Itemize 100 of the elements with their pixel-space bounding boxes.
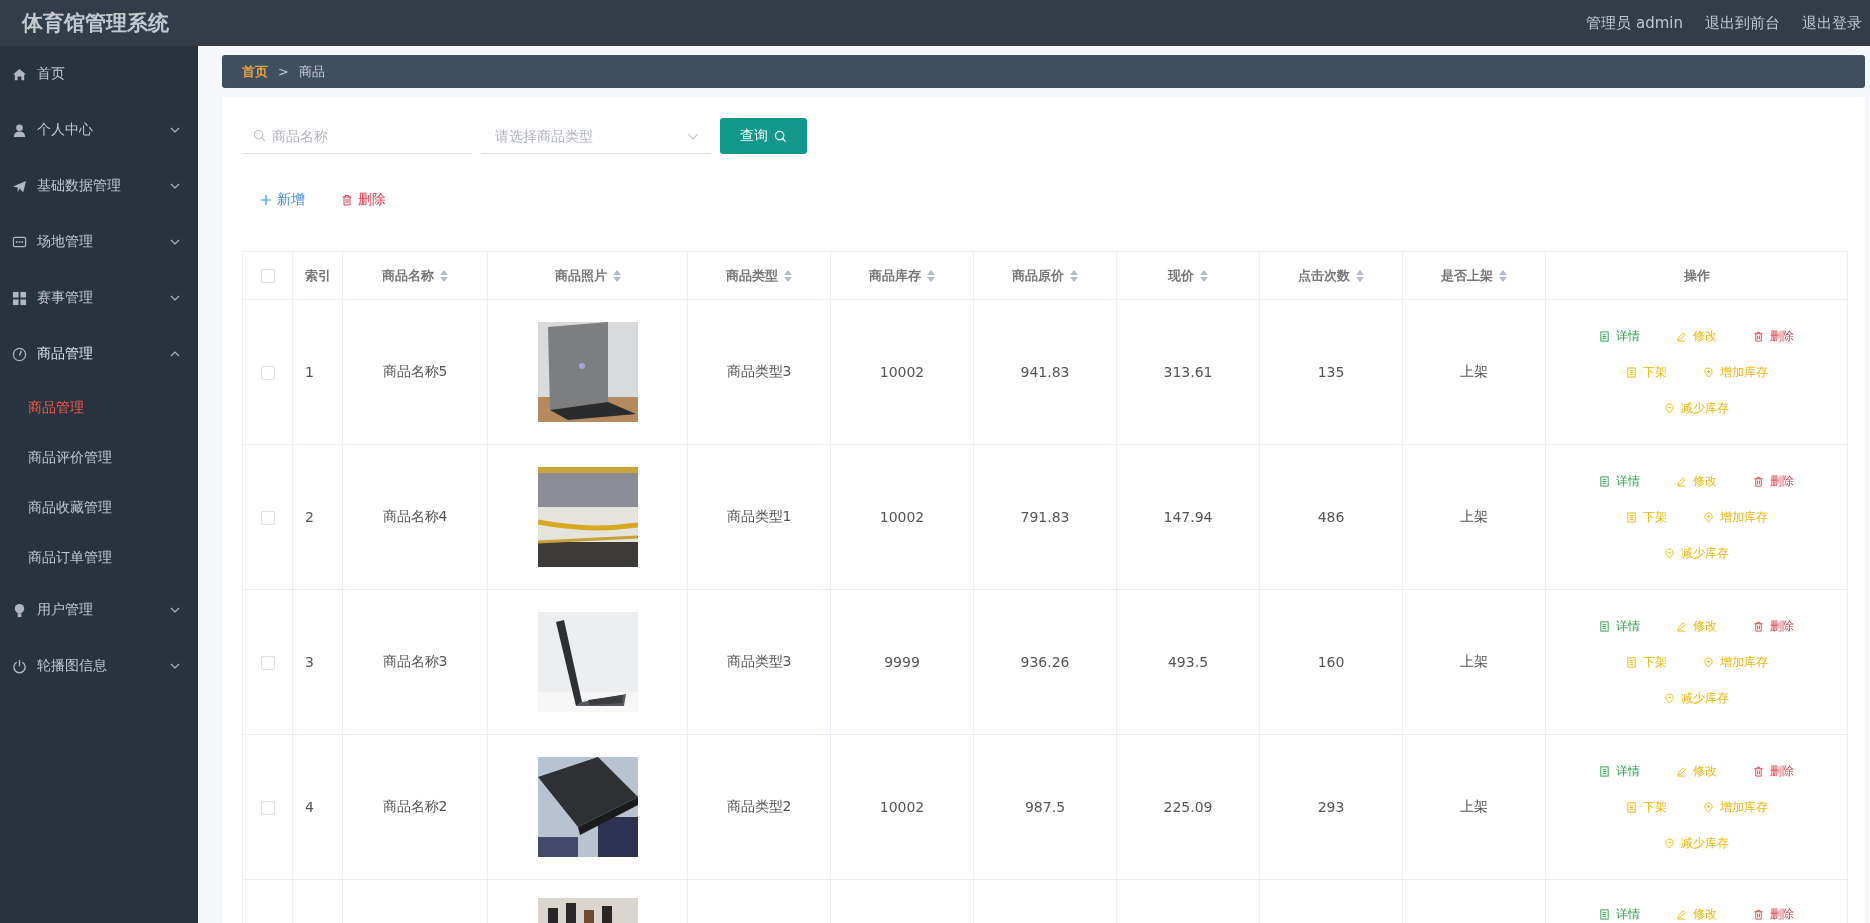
sort-icon[interactable] xyxy=(1356,269,1364,282)
chevron-down-icon xyxy=(687,133,699,140)
table-cell: 商品类型3 xyxy=(726,363,792,379)
sidebar-subitem[interactable]: 商品收藏管理 xyxy=(0,482,198,532)
action-link[interactable]: 下架 xyxy=(1625,653,1667,671)
action-link[interactable]: 详情 xyxy=(1599,617,1640,635)
action-link[interactable]: 减少库存 xyxy=(1664,834,1729,852)
action-link[interactable]: 详情 xyxy=(1599,906,1640,923)
sidebar-item[interactable]: 商品管理 xyxy=(0,326,198,382)
user-label: 管理员 admin xyxy=(1586,13,1683,33)
action-link[interactable]: 增加库存 xyxy=(1702,798,1768,816)
trash-icon xyxy=(1753,909,1764,920)
location-pin-icon xyxy=(1664,837,1675,849)
sort-icon[interactable] xyxy=(440,269,448,282)
action-link[interactable]: 详情 xyxy=(1599,762,1640,780)
sort-icon[interactable] xyxy=(612,269,621,282)
sort-icon[interactable] xyxy=(1200,269,1208,282)
table-cell: 10002 xyxy=(879,364,925,380)
row-checkbox[interactable] xyxy=(260,366,275,380)
sidebar-subitem[interactable]: 商品管理 xyxy=(0,382,198,432)
delete-button[interactable]: 删除 xyxy=(341,187,386,213)
sidebar-item[interactable]: 个人中心 xyxy=(0,102,198,158)
table-cell: 10002 xyxy=(879,509,925,525)
pencil-icon xyxy=(1676,620,1687,632)
row-checkbox[interactable] xyxy=(260,801,275,815)
action-link[interactable]: 删除 xyxy=(1753,906,1794,923)
action-link[interactable]: 修改 xyxy=(1676,906,1717,923)
select-all-checkbox[interactable] xyxy=(260,269,275,284)
action-link[interactable]: 删除 xyxy=(1753,472,1794,490)
chevron-down-icon xyxy=(170,183,180,189)
search-icon xyxy=(774,129,787,143)
action-link[interactable]: 修改 xyxy=(1676,762,1717,780)
location-pin-icon xyxy=(1702,366,1714,378)
table-cell: 1 xyxy=(305,364,314,380)
add-button[interactable]: 新增 xyxy=(260,187,305,213)
sidebar-subitem[interactable]: 商品评价管理 xyxy=(0,432,198,482)
action-link[interactable]: 减少库存 xyxy=(1664,689,1729,707)
header-link[interactable]: 退出到前台 xyxy=(1705,13,1780,33)
table-cell: 791.83 xyxy=(1020,509,1070,525)
breadcrumb-link[interactable]: 首页 xyxy=(242,62,268,81)
app-title: 体育馆管理系统 xyxy=(22,10,169,37)
sidebar-item[interactable]: 轮播图信息 xyxy=(0,638,198,694)
power-icon xyxy=(12,658,27,674)
action-link[interactable]: 减少库存 xyxy=(1664,544,1729,562)
action-link[interactable]: 减少库存 xyxy=(1664,399,1729,417)
header-link[interactable]: 退出登录 xyxy=(1802,13,1862,33)
chevron-down-icon xyxy=(170,607,180,613)
home-icon xyxy=(12,66,27,82)
table-cell: 3 xyxy=(305,654,314,670)
table-cell: 486 xyxy=(1317,509,1345,525)
table-cell: 商品类型3 xyxy=(726,653,792,669)
action-link[interactable]: 详情 xyxy=(1599,327,1640,345)
location-pin-icon xyxy=(1702,801,1714,813)
action-link[interactable]: 删除 xyxy=(1753,327,1794,345)
action-link[interactable]: 增加库存 xyxy=(1702,653,1768,671)
action-link[interactable]: 增加库存 xyxy=(1702,508,1768,526)
document-icon xyxy=(1625,656,1637,668)
table-cell: 商品类型2 xyxy=(726,798,792,814)
gauge-icon xyxy=(12,346,27,362)
sidebar-item[interactable]: 场地管理 xyxy=(0,214,198,270)
grid-icon xyxy=(12,290,27,306)
row-checkbox[interactable] xyxy=(260,656,275,670)
action-link[interactable]: 下架 xyxy=(1625,798,1667,816)
sidebar-item[interactable]: 赛事管理 xyxy=(0,270,198,326)
action-link[interactable]: 删除 xyxy=(1753,762,1794,780)
action-link[interactable]: 详情 xyxy=(1599,472,1640,490)
column-header: 商品名称 xyxy=(382,266,434,285)
row-checkbox[interactable] xyxy=(260,511,275,525)
sidebar-subitem[interactable]: 商品订单管理 xyxy=(0,532,198,582)
sort-icon[interactable] xyxy=(1499,269,1507,282)
table-cell: 313.61 xyxy=(1163,364,1213,380)
action-link[interactable]: 下架 xyxy=(1625,363,1667,381)
sidebar-item[interactable]: 基础数据管理 xyxy=(0,158,198,214)
table-cell: 商品名称3 xyxy=(382,653,448,669)
search-field[interactable]: 商品名称 xyxy=(242,118,472,154)
action-link[interactable]: 修改 xyxy=(1676,617,1717,635)
sidebar-item[interactable]: 用户管理 xyxy=(0,582,198,638)
action-link[interactable]: 删除 xyxy=(1753,617,1794,635)
action-link[interactable]: 增加库存 xyxy=(1702,363,1768,381)
chevron-down-icon xyxy=(170,239,180,245)
sort-icon[interactable] xyxy=(927,269,935,282)
column-header: 操作 xyxy=(1683,266,1710,285)
table-cell: 147.94 xyxy=(1163,509,1213,525)
action-link[interactable]: 修改 xyxy=(1676,327,1717,345)
column-header: 索引 xyxy=(305,266,331,285)
action-link[interactable]: 修改 xyxy=(1676,472,1717,490)
type-select[interactable]: 请选择商品类型 xyxy=(481,118,711,154)
sidebar-item[interactable]: 首页 xyxy=(0,46,198,102)
chevron-up-icon xyxy=(170,351,180,357)
sort-icon[interactable] xyxy=(1070,269,1078,282)
table-cell: 493.5 xyxy=(1167,654,1209,670)
pencil-icon xyxy=(1676,765,1687,777)
table-cell: 936.26 xyxy=(1020,654,1070,670)
action-link[interactable]: 下架 xyxy=(1625,508,1667,526)
table-cell: 上架 xyxy=(1460,508,1488,524)
sort-icon[interactable] xyxy=(784,269,792,282)
table-cell: 135 xyxy=(1317,364,1345,380)
search-button[interactable]: 查询 xyxy=(720,118,807,154)
table-cell: 293 xyxy=(1317,799,1345,815)
document-icon xyxy=(1625,366,1637,378)
